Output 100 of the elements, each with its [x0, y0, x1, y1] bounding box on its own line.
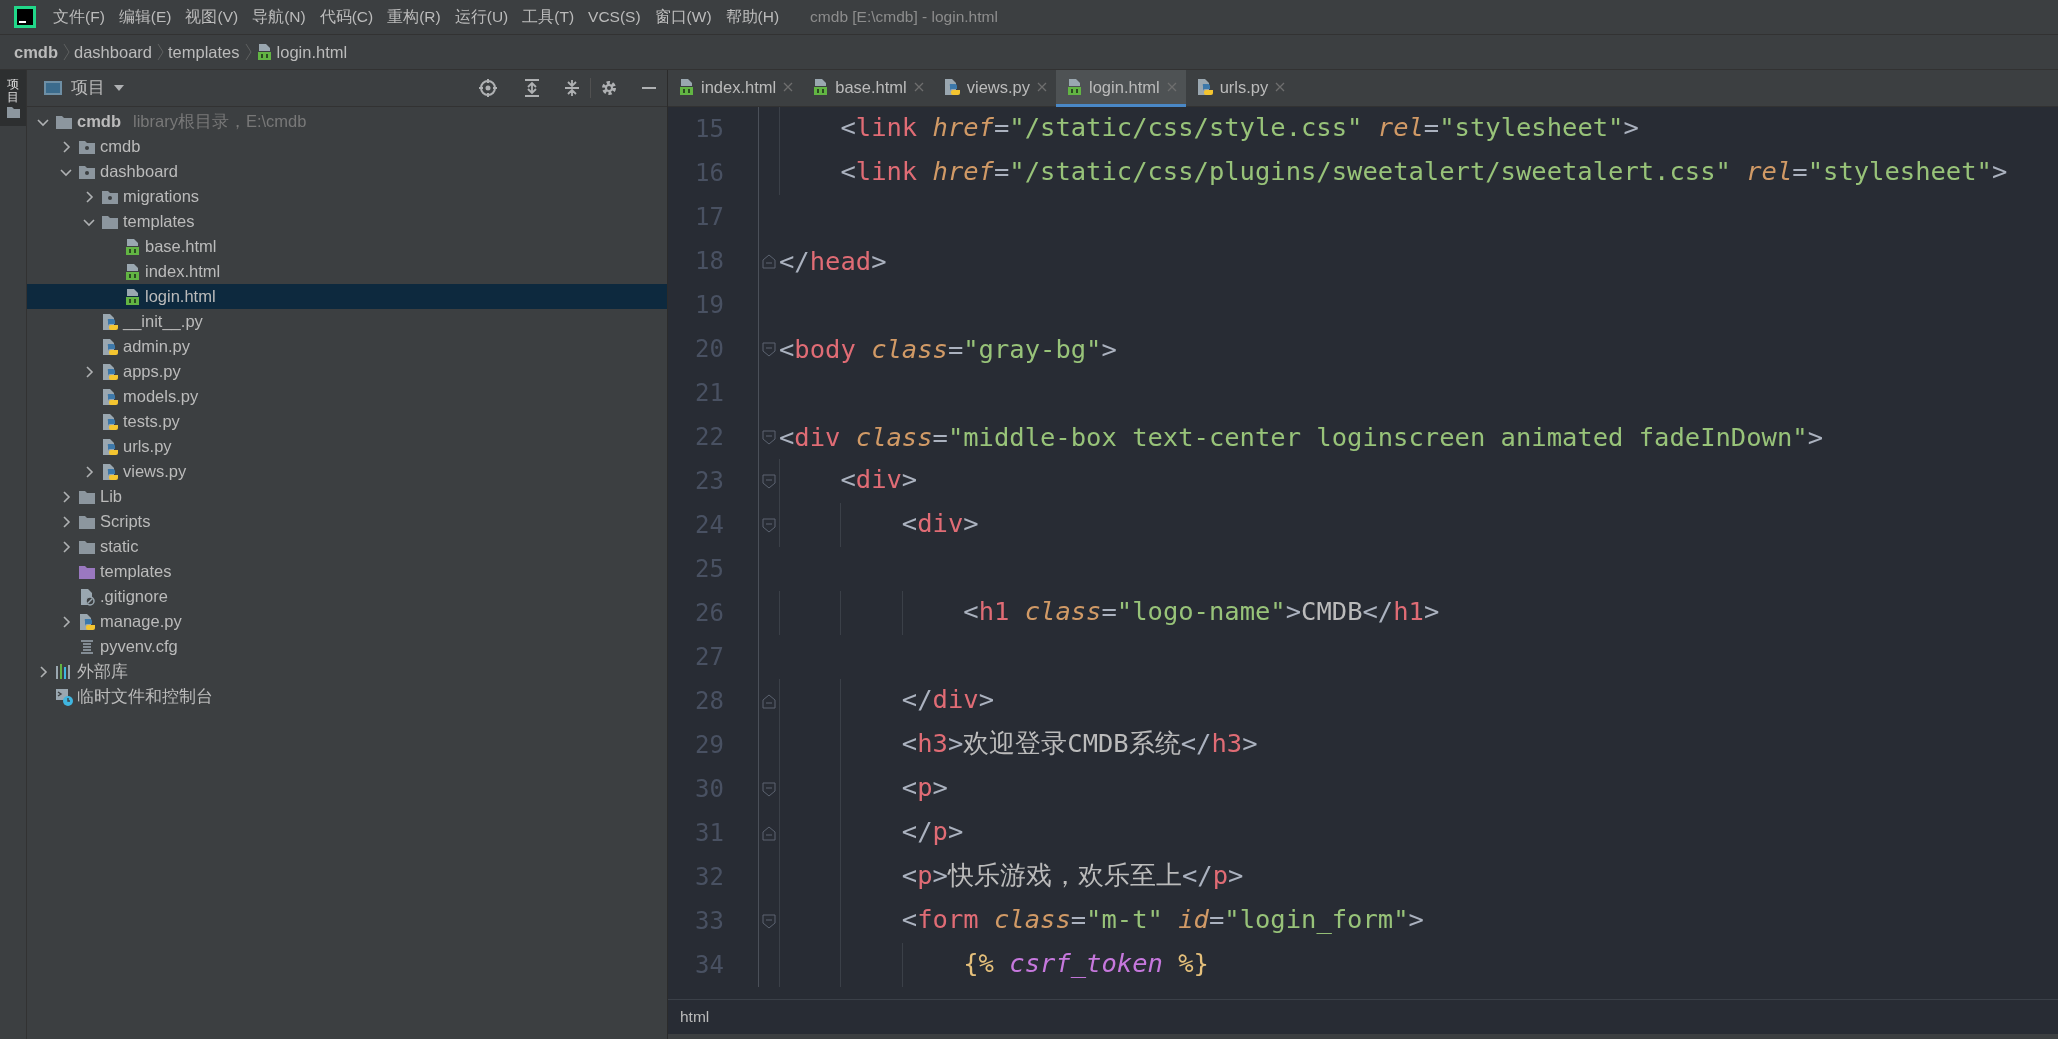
- tree-item[interactable]: models.py: [27, 384, 667, 409]
- tree-item[interactable]: __init__.py: [27, 309, 667, 334]
- breadcrumb-item[interactable]: templates: [168, 42, 240, 62]
- menu-item[interactable]: 重构(R): [380, 2, 448, 32]
- python-file-icon: [101, 437, 119, 456]
- tree-item[interactable]: cmdb: [27, 134, 667, 159]
- tree-item[interactable]: Scripts: [27, 509, 667, 534]
- menu-item[interactable]: 帮助(H): [718, 2, 787, 32]
- window-title: cmdb [E:\cmdb] - login.html: [810, 8, 998, 26]
- menu-item[interactable]: VCS(S): [581, 4, 648, 30]
- code-line: <div>: [779, 503, 979, 547]
- tree-item[interactable]: admin.py: [27, 334, 667, 359]
- breadcrumb-item[interactable]: cmdb: [14, 42, 58, 62]
- code-line: <form class="m-t" id="login_form">: [779, 899, 1424, 943]
- locate-icon[interactable]: [478, 78, 498, 98]
- menu-item[interactable]: 窗口(W): [647, 2, 719, 32]
- tree-item[interactable]: templates: [27, 559, 667, 584]
- tree-item[interactable]: apps.py: [27, 359, 667, 384]
- code-line: <p>: [779, 767, 948, 811]
- menu-item[interactable]: 代码(C): [312, 2, 381, 32]
- tree-item[interactable]: dashboard: [27, 159, 667, 184]
- tree-item[interactable]: manage.py: [27, 609, 667, 634]
- dropdown-caret-icon[interactable]: [113, 84, 125, 92]
- tree-item[interactable]: urls.py: [27, 434, 667, 459]
- separator-icon: [156, 43, 164, 61]
- tree-item[interactable]: static: [27, 534, 667, 559]
- menu-item[interactable]: 运行(U): [447, 2, 516, 32]
- tree-item[interactable]: 外部库: [27, 659, 667, 684]
- python-file-icon: [101, 362, 119, 381]
- html-file-icon: [255, 43, 273, 61]
- fold-marker-icon[interactable]: [762, 781, 776, 797]
- editor-tab[interactable]: urls.py: [1185, 70, 1295, 107]
- tree-item[interactable]: base.html: [27, 234, 667, 259]
- fold-marker-icon[interactable]: [762, 913, 776, 929]
- editor-tab[interactable]: login.html: [1056, 70, 1186, 107]
- menu-item[interactable]: 工具(T): [515, 2, 582, 32]
- html-file-icon: [124, 262, 141, 281]
- code-line: </head>: [779, 246, 887, 276]
- code-line: <link href="/static/css/plugins/sweetalert/sweetalert.css" rel="stylesheet">: [779, 151, 2008, 195]
- ignore-file-icon: [78, 587, 96, 606]
- menu-item[interactable]: 编辑(E): [111, 2, 179, 32]
- tree-item[interactable]: index.html: [27, 259, 667, 284]
- python-file-icon: [101, 387, 119, 406]
- fold-marker-icon[interactable]: [762, 825, 776, 841]
- code-line: {% csrf_token %}: [779, 943, 1209, 987]
- code-line: <link href="/static/css/style.css" rel="stylesheet">: [779, 107, 1639, 151]
- panel-title: 项目: [71, 77, 105, 98]
- html-file-icon: [812, 78, 830, 96]
- tree-item[interactable]: pyvenv.cfg: [27, 634, 667, 659]
- settings-icon[interactable]: [599, 78, 619, 98]
- editor-tab[interactable]: views.py: [932, 70, 1057, 107]
- tree-item[interactable]: 临时文件和控制台: [27, 684, 667, 709]
- code-line: </p>: [779, 811, 964, 855]
- tree-item[interactable]: templates: [27, 209, 667, 234]
- python-file-icon: [101, 312, 119, 331]
- editor-tab[interactable]: index.html: [668, 70, 803, 107]
- editor-tab[interactable]: base.html: [802, 70, 933, 107]
- fold-marker-icon[interactable]: [762, 517, 776, 533]
- separator-icon: [62, 43, 70, 61]
- console-clock-icon: [55, 687, 73, 706]
- tree-item[interactable]: Lib: [27, 484, 667, 509]
- folder-icon: [5, 104, 21, 121]
- app-logo-icon: [14, 6, 36, 28]
- tree-item[interactable]: .gitignore: [27, 584, 667, 609]
- config-file-icon: [78, 637, 96, 656]
- code-line: <div>: [779, 459, 918, 503]
- fold-marker-icon[interactable]: [762, 341, 776, 357]
- python-file-icon: [78, 612, 96, 631]
- tree-item[interactable]: login.html: [27, 284, 667, 309]
- breadcrumb-item[interactable]: login.html: [255, 42, 348, 62]
- tree-item[interactable]: tests.py: [27, 409, 667, 434]
- menu-item[interactable]: 文件(F): [46, 2, 112, 32]
- html-file-icon: [124, 287, 141, 306]
- code-line: </div>: [779, 679, 994, 723]
- window-icon: [43, 79, 63, 97]
- code-line: <h3>欢迎登录CMDB系统</h3>: [779, 723, 1258, 767]
- html-file-icon: [1066, 78, 1084, 96]
- tree-item[interactable]: views.py: [27, 459, 667, 484]
- code-line: <h1 class="logo-name">CMDB</h1>: [779, 591, 1440, 635]
- code-line: <p>快乐游戏，欢乐至上</p>: [779, 855, 1244, 899]
- python-file-icon: [101, 462, 119, 481]
- python-file-icon: [1195, 78, 1214, 96]
- code-line: <div class="middle-box text-center loginscreen animated fadeInDown">: [779, 422, 1823, 452]
- fold-marker-icon[interactable]: [762, 473, 776, 489]
- tree-item[interactable]: migrations: [27, 184, 667, 209]
- project-tool-tab[interactable]: 项目: [0, 70, 26, 127]
- expand-all-icon[interactable]: [522, 78, 542, 98]
- menu-item[interactable]: 视图(V): [178, 2, 246, 32]
- fold-marker-icon[interactable]: [762, 429, 776, 445]
- breadcrumb-item[interactable]: dashboard: [74, 42, 152, 62]
- python-file-icon: [942, 78, 961, 96]
- menu-item[interactable]: 导航(N): [245, 2, 313, 32]
- fold-marker-icon[interactable]: [762, 693, 776, 709]
- separator-icon: [243, 43, 252, 61]
- fold-marker-icon[interactable]: [762, 253, 776, 269]
- code-line: <body class="gray-bg">: [779, 334, 1117, 364]
- python-file-icon: [101, 412, 119, 431]
- collapse-all-icon[interactable]: [562, 78, 582, 98]
- library-icon: [55, 662, 73, 681]
- python-file-icon: [101, 337, 119, 356]
